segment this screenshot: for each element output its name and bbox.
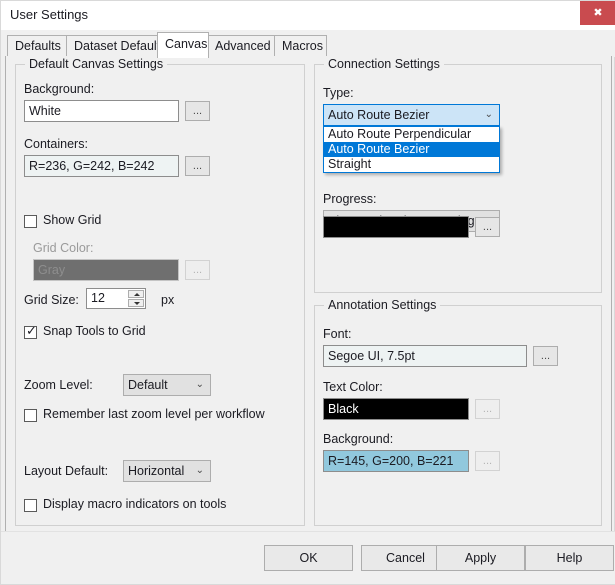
zoom-level-value: Default bbox=[128, 378, 168, 392]
tab-canvas[interactable]: Canvas bbox=[157, 32, 209, 58]
macro-indicators-checkbox-box bbox=[24, 499, 37, 512]
connection-type-dropdown-list[interactable]: Auto Route Perpendicular Auto Route Bezi… bbox=[323, 126, 500, 173]
grid-size-value: 12 bbox=[91, 289, 105, 308]
dropdown-option-straight[interactable]: Straight bbox=[324, 157, 499, 172]
grid-size-decrement-button[interactable] bbox=[128, 299, 144, 307]
annotation-background-browse-button[interactable]: ... bbox=[475, 451, 500, 471]
containers-label: Containers: bbox=[24, 137, 88, 151]
grid-size-spin-buttons bbox=[128, 290, 144, 307]
remember-zoom-checkbox-box bbox=[24, 409, 37, 422]
window-title: User Settings bbox=[10, 7, 88, 22]
annotation-background-label: Background: bbox=[323, 432, 393, 446]
tab-defaults[interactable]: Defaults bbox=[7, 35, 67, 57]
grid-color-browse-button: ... bbox=[185, 260, 210, 280]
dropdown-option-auto-route-perpendicular[interactable]: Auto Route Perpendicular bbox=[324, 127, 499, 142]
background-value-field[interactable]: White bbox=[24, 100, 179, 122]
background-browse-button[interactable]: ... bbox=[185, 101, 210, 121]
font-label: Font: bbox=[323, 327, 352, 341]
containers-browse-button[interactable]: ... bbox=[185, 156, 210, 176]
layout-default-value: Horizontal bbox=[128, 464, 184, 478]
grid-size-unit-label: px bbox=[161, 293, 174, 307]
title-bar: User Settings ✖ bbox=[1, 1, 615, 30]
snap-tools-to-grid-checkbox-box: ✓ bbox=[24, 326, 37, 339]
ok-button[interactable]: OK bbox=[264, 545, 353, 571]
tab-macros[interactable]: Macros bbox=[274, 35, 327, 57]
snap-tools-to-grid-label: Snap Tools to Grid bbox=[43, 324, 146, 338]
connection-color-field[interactable] bbox=[323, 216, 469, 238]
layout-default-dropdown[interactable]: Horizontal ⌄ bbox=[123, 460, 211, 482]
tab-advanced[interactable]: Advanced bbox=[207, 35, 275, 57]
close-icon: ✖ bbox=[580, 1, 615, 25]
help-button[interactable]: Help bbox=[525, 545, 614, 571]
tab-dataset-defaults[interactable]: Dataset Defaults bbox=[66, 35, 170, 57]
text-color-browse-button[interactable]: ... bbox=[475, 399, 500, 419]
zoom-level-label: Zoom Level: bbox=[24, 378, 93, 392]
text-color-label: Text Color: bbox=[323, 380, 383, 394]
connection-settings-group: Connection Settings bbox=[314, 64, 602, 293]
grid-size-stepper[interactable]: 12 bbox=[86, 288, 146, 309]
grid-color-value-field: Gray bbox=[33, 259, 179, 281]
connection-color-browse-button[interactable]: ... bbox=[475, 217, 500, 237]
containers-value-field[interactable]: R=236, G=242, B=242 bbox=[24, 155, 179, 177]
connection-type-label: Type: bbox=[323, 86, 354, 100]
zoom-level-dropdown[interactable]: Default ⌄ bbox=[123, 374, 211, 396]
connection-settings-title: Connection Settings bbox=[324, 57, 444, 71]
grid-size-increment-button[interactable] bbox=[128, 290, 144, 298]
font-browse-button[interactable]: ... bbox=[533, 346, 558, 366]
connection-type-dropdown[interactable]: Auto Route Bezier ⌄ bbox=[323, 104, 500, 126]
annotation-settings-title: Annotation Settings bbox=[324, 298, 440, 312]
background-label: Background: bbox=[24, 82, 94, 96]
text-color-value-field[interactable]: Black bbox=[323, 398, 469, 420]
grid-color-label: Grid Color: bbox=[33, 241, 93, 255]
show-grid-label: Show Grid bbox=[43, 213, 101, 227]
dropdown-option-auto-route-bezier[interactable]: Auto Route Bezier bbox=[324, 142, 499, 157]
dialog-button-bar: OK Cancel Apply Help bbox=[1, 531, 615, 584]
chevron-down-icon: ⌄ bbox=[485, 105, 493, 125]
show-grid-checkbox-box bbox=[24, 215, 37, 228]
remember-zoom-label: Remember last zoom level per workflow bbox=[43, 407, 265, 421]
macro-indicators-label: Display macro indicators on tools bbox=[43, 497, 226, 511]
grid-size-label: Grid Size: bbox=[24, 293, 79, 307]
font-value-field[interactable]: Segoe UI, 7.5pt bbox=[323, 345, 527, 367]
annotation-background-value-field[interactable]: R=145, G=200, B=221 bbox=[323, 450, 469, 472]
user-settings-dialog: User Settings ✖ Defaults Dataset Default… bbox=[0, 0, 615, 585]
default-canvas-settings-title: Default Canvas Settings bbox=[25, 57, 167, 71]
chevron-down-icon: ⌄ bbox=[196, 375, 204, 395]
progress-label: Progress: bbox=[323, 192, 377, 206]
apply-button[interactable]: Apply bbox=[436, 545, 525, 571]
tab-strip: Defaults Dataset Defaults Canvas Advance… bbox=[1, 30, 615, 57]
layout-default-label: Layout Default: bbox=[24, 464, 108, 478]
chevron-down-icon: ⌄ bbox=[196, 461, 204, 481]
canvas-tab-page: Default Canvas Settings Background: Whit… bbox=[5, 56, 612, 534]
close-button[interactable]: ✖ bbox=[580, 1, 615, 25]
connection-type-value: Auto Route Bezier bbox=[328, 108, 429, 122]
checkmark-icon: ✓ bbox=[26, 325, 37, 338]
